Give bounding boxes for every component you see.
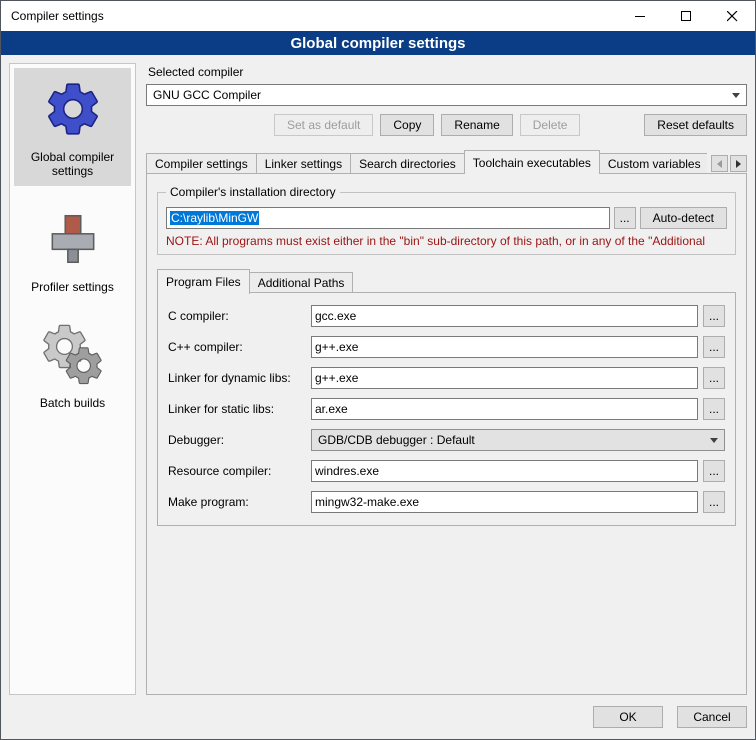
cpp-compiler-browse-button[interactable]: ...: [703, 336, 725, 358]
install-dir-note: NOTE: All programs must exist either in …: [166, 234, 727, 248]
install-dir-group-title: Compiler's installation directory: [166, 185, 340, 199]
maximize-button[interactable]: [663, 1, 709, 31]
resource-compiler-value: windres.exe: [315, 464, 379, 478]
field-row-static-linker: Linker for static libs: ar.exe ...: [168, 398, 725, 420]
cpp-compiler-value: g++.exe: [315, 340, 358, 354]
static-linker-label: Linker for static libs:: [168, 402, 306, 416]
dynamic-linker-label: Linker for dynamic libs:: [168, 371, 306, 385]
install-dir-browse-button[interactable]: ...: [614, 207, 636, 229]
minimize-icon: [635, 11, 646, 22]
main-tabstrip: Compiler settings Linker settings Search…: [146, 150, 747, 174]
resource-compiler-input[interactable]: windres.exe: [311, 460, 698, 482]
tab-linker-settings[interactable]: Linker settings: [256, 153, 351, 174]
cpp-compiler-input[interactable]: g++.exe: [311, 336, 698, 358]
sidebar-item-global-compiler-settings[interactable]: Global compiler settings: [14, 68, 131, 186]
c-compiler-browse-button[interactable]: ...: [703, 305, 725, 327]
copy-button[interactable]: Copy: [380, 114, 434, 136]
compiler-button-row: Set as default Copy Rename Delete Reset …: [146, 114, 747, 136]
sidebar-item-label: Profiler settings: [31, 280, 114, 294]
dynamic-linker-input[interactable]: g++.exe: [311, 367, 698, 389]
field-row-c-compiler: C compiler: gcc.exe ...: [168, 305, 725, 327]
install-dir-row: C:\raylib\MinGW ... Auto-detect: [166, 207, 727, 229]
subtab-additional-paths[interactable]: Additional Paths: [249, 272, 354, 293]
static-linker-value: ar.exe: [315, 402, 348, 416]
subtab-program-files[interactable]: Program Files: [157, 269, 250, 294]
cpp-compiler-label: C++ compiler:: [168, 340, 306, 354]
minimize-button[interactable]: [617, 1, 663, 31]
field-row-cpp-compiler: C++ compiler: g++.exe ...: [168, 336, 725, 358]
field-row-make-program: Make program: mingw32-make.exe ...: [168, 491, 725, 513]
dynamic-linker-value: g++.exe: [315, 371, 358, 385]
title-bar: Compiler settings: [1, 1, 755, 31]
compiler-settings-window: Compiler settings Global compiler settin…: [0, 0, 756, 740]
dialog-body: Global compiler settings Profiler settin…: [1, 55, 755, 695]
tabs-scroll-area: Compiler settings Linker settings Search…: [146, 150, 707, 174]
install-dir-selected-text: C:\raylib\MinGW: [170, 211, 259, 225]
sidebar-item-batch-builds[interactable]: Batch builds: [14, 314, 131, 418]
compiler-settings-gear-icon: [42, 78, 104, 140]
static-linker-browse-button[interactable]: ...: [703, 398, 725, 420]
make-program-input[interactable]: mingw32-make.exe: [311, 491, 698, 513]
install-dir-groupbox: Compiler's installation directory C:\ray…: [157, 192, 736, 255]
selected-compiler-label: Selected compiler: [148, 65, 747, 79]
ok-button[interactable]: OK: [593, 706, 663, 728]
arrow-right-icon: [736, 160, 741, 168]
chevron-down-icon: [710, 438, 718, 443]
debugger-value: GDB/CDB debugger : Default: [318, 433, 704, 447]
profiler-settings-icon: [42, 208, 104, 270]
selected-compiler-select[interactable]: GNU GCC Compiler: [146, 84, 747, 106]
tab-search-directories[interactable]: Search directories: [350, 153, 465, 174]
close-icon: [727, 11, 738, 22]
sidebar-item-profiler-settings[interactable]: Profiler settings: [14, 198, 131, 302]
cancel-button[interactable]: Cancel: [677, 706, 747, 728]
install-dir-input[interactable]: C:\raylib\MinGW: [166, 207, 610, 229]
program-files-panel: C compiler: gcc.exe ... C++ compiler: g+…: [157, 292, 736, 526]
rename-button[interactable]: Rename: [441, 114, 512, 136]
selected-compiler-value: GNU GCC Compiler: [153, 88, 726, 102]
page-title: Global compiler settings: [1, 31, 755, 55]
toolchain-executables-panel: Compiler's installation directory C:\ray…: [146, 173, 747, 695]
make-program-label: Make program:: [168, 495, 306, 509]
make-program-value: mingw32-make.exe: [315, 495, 419, 509]
sidebar-item-label: Global compiler settings: [16, 150, 129, 178]
field-row-debugger: Debugger: GDB/CDB debugger : Default: [168, 429, 725, 451]
chevron-down-icon: [732, 93, 740, 98]
maximize-icon: [681, 11, 692, 22]
debugger-label: Debugger:: [168, 433, 306, 447]
c-compiler-value: gcc.exe: [315, 309, 356, 323]
auto-detect-button[interactable]: Auto-detect: [640, 207, 727, 229]
close-button[interactable]: [709, 1, 755, 31]
sidebar-item-label: Batch builds: [40, 396, 105, 410]
arrow-left-icon: [717, 160, 722, 168]
make-program-browse-button[interactable]: ...: [703, 491, 725, 513]
resource-compiler-label: Resource compiler:: [168, 464, 306, 478]
field-row-dynamic-linker: Linker for dynamic libs: g++.exe ...: [168, 367, 725, 389]
batch-builds-gears-icon: [42, 324, 104, 386]
c-compiler-label: C compiler:: [168, 309, 306, 323]
tab-scroll-right-button[interactable]: [730, 155, 747, 172]
tab-compiler-settings[interactable]: Compiler settings: [146, 153, 257, 174]
reset-defaults-button[interactable]: Reset defaults: [644, 114, 747, 136]
window-title: Compiler settings: [1, 1, 617, 31]
debugger-select[interactable]: GDB/CDB debugger : Default: [311, 429, 725, 451]
set-as-default-button: Set as default: [274, 114, 373, 136]
tab-custom-variables[interactable]: Custom variables: [599, 153, 707, 174]
resource-compiler-browse-button[interactable]: ...: [703, 460, 725, 482]
tab-scroll-left-button[interactable]: [711, 155, 728, 172]
main-panel: Selected compiler GNU GCC Compiler Set a…: [146, 63, 747, 695]
field-row-resource-compiler: Resource compiler: windres.exe ...: [168, 460, 725, 482]
delete-button: Delete: [520, 114, 581, 136]
dialog-footer: OK Cancel: [1, 695, 755, 739]
tab-scroll-buttons: [707, 155, 747, 174]
tab-toolchain-executables[interactable]: Toolchain executables: [464, 150, 600, 174]
c-compiler-input[interactable]: gcc.exe: [311, 305, 698, 327]
dynamic-linker-browse-button[interactable]: ...: [703, 367, 725, 389]
sidebar: Global compiler settings Profiler settin…: [9, 63, 136, 695]
static-linker-input[interactable]: ar.exe: [311, 398, 698, 420]
program-files-tabstrip: Program Files Additional Paths: [157, 269, 736, 293]
